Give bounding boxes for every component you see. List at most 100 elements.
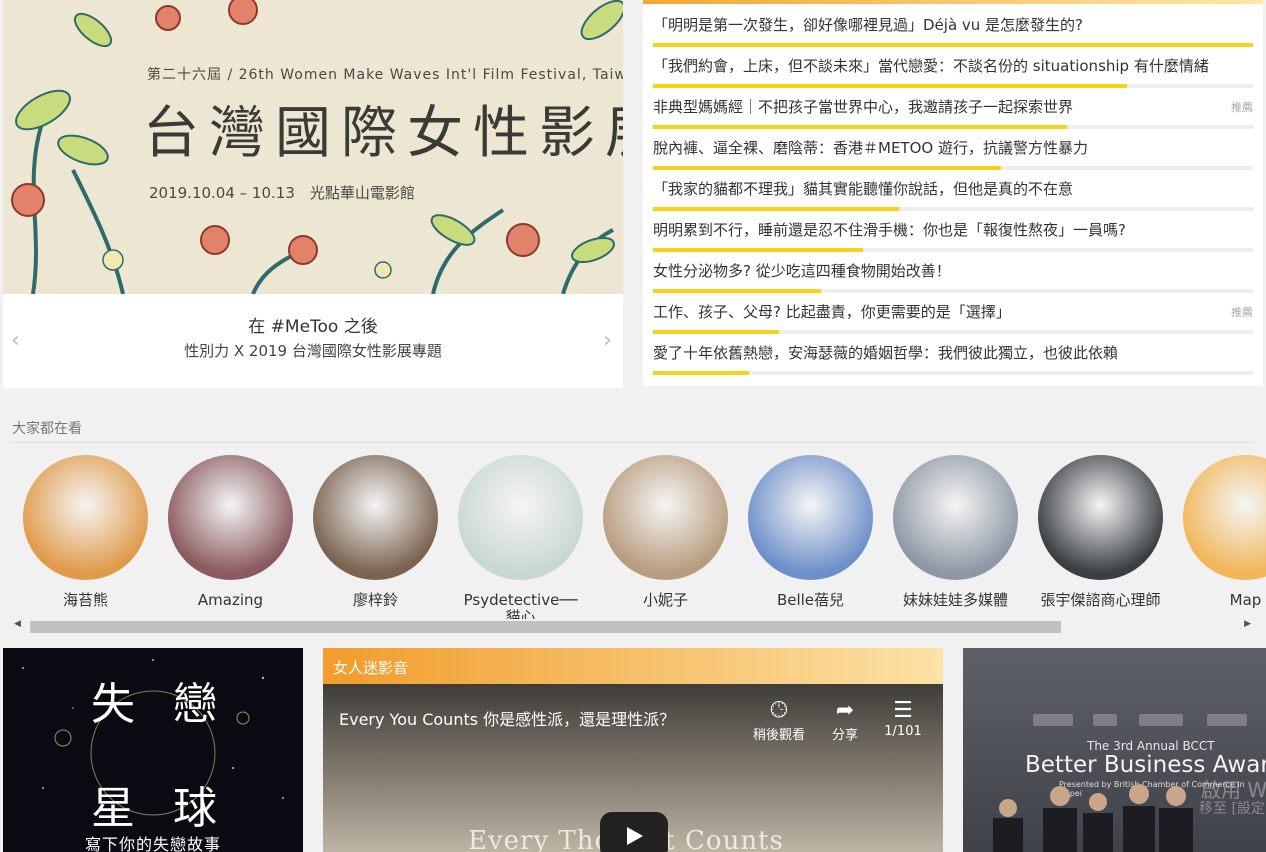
author-name[interactable]: 小妮子 — [603, 592, 728, 609]
read-progress-fill — [653, 84, 1127, 88]
list-accent-bar — [643, 0, 1263, 4]
play-icon[interactable] — [600, 812, 668, 852]
read-progress-fill — [653, 125, 1067, 129]
article-item[interactable]: 脫內褲、逼全裸、磨陰蒂：香港＃METOO 遊行，抗議警方性暴力 — [653, 133, 1253, 174]
carousel-caption-subtitle[interactable]: 性別力 X 2019 台灣國際女性影展專題 — [3, 340, 623, 361]
author-name[interactable]: 廖梓鈴 — [313, 592, 438, 609]
read-progress-fill — [653, 330, 779, 334]
heartbreak-planet-card[interactable]: 失 戀 星 球 寫下你的失戀故事 — [3, 648, 303, 852]
avatar[interactable] — [313, 455, 438, 580]
avatar[interactable] — [458, 455, 583, 580]
recommended-tag: 推薦 — [1231, 306, 1253, 319]
title-char: 失 — [91, 679, 135, 730]
carousel-caption-title[interactable]: 在 #MeToo 之後 — [3, 312, 623, 337]
read-progress-fill — [653, 289, 821, 293]
playlist-icon: ☰ — [893, 698, 913, 723]
article-item[interactable]: 「我家的貓都不理我」貓其實能聽懂你說話，但他是真的不在意 — [653, 174, 1253, 215]
author-name[interactable]: 張宇傑諮商心理師 — [1038, 592, 1163, 609]
read-progress-track — [653, 371, 1253, 375]
article-item[interactable]: 愛了十年依舊熱戀，安海瑟薇的婚姻哲學：我們彼此獨立，也彼此依賴 — [653, 338, 1253, 379]
author-name[interactable]: 海苔熊 — [23, 592, 148, 609]
read-progress-fill — [653, 43, 1253, 47]
feature-carousel[interactable]: 第二十六屆 / 26th Women Make Waves Int'l Film… — [3, 0, 623, 388]
title-char: 球 — [173, 783, 217, 834]
banner-subtitle: 第二十六屆 / 26th Women Make Waves Int'l Film… — [147, 67, 623, 83]
article-item[interactable]: 非典型媽媽經｜不把孩子當世界中心，我邀請孩子一起探索世界 推薦 — [653, 92, 1253, 133]
share-button[interactable]: ➦ 分享 — [817, 698, 873, 743]
author-avatar-item[interactable]: 張宇傑諮商心理師 — [1038, 455, 1163, 609]
read-progress-track — [653, 289, 1253, 293]
author-avatar-item[interactable]: 廖梓鈴 — [313, 455, 438, 609]
author-avatar-item[interactable]: Belle蓓兒 — [748, 455, 873, 609]
page: 第二十六屆 / 26th Women Make Waves Int'l Film… — [0, 0, 1266, 852]
article-title[interactable]: 工作、孩子、父母? 比起盡責，你更需要的是「選擇」 — [653, 301, 1223, 322]
watch-later-label: 稍後觀看 — [752, 728, 805, 743]
author-name[interactable]: Belle蓓兒 — [748, 592, 873, 609]
article-title[interactable]: 「我家的貓都不理我」貓其實能聽懂你說話，但他是真的不在意 — [653, 178, 1223, 199]
avatar[interactable] — [1183, 455, 1266, 580]
author-avatar-item[interactable]: 海苔熊 — [23, 455, 148, 609]
article-title[interactable]: 「我們約會，上床，但不談未來」當代戀愛：不談名份的 situationship … — [653, 55, 1223, 76]
scroll-left-icon[interactable]: ◀ — [14, 619, 21, 629]
read-progress-track — [653, 84, 1253, 88]
video-section-header[interactable]: 女人迷影音 — [323, 648, 943, 684]
carousel-prev-icon[interactable]: ‹ — [11, 328, 20, 353]
horizontal-scrollbar[interactable]: ◀ ▶ — [12, 619, 1255, 633]
avatar[interactable] — [168, 455, 293, 580]
author-avatar-item[interactable]: 妹妹娃娃多媒體 — [893, 455, 1018, 609]
read-progress-fill — [653, 166, 1001, 170]
article-title[interactable]: 明明累到不行，睡前還是忍不住滑手機：你也是「報復性熬夜」一員嗎? — [653, 219, 1223, 240]
awards-photo-card[interactable]: The 3rd Annual BCCT Better Business Awar… — [963, 648, 1266, 852]
title-char: 星 — [91, 783, 135, 834]
banner-title: 台灣國際女性影展 — [143, 101, 623, 166]
avatar[interactable] — [603, 455, 728, 580]
video-section-title: 女人迷影音 — [333, 659, 409, 677]
author-name[interactable]: Amazing — [168, 592, 293, 609]
article-title[interactable]: 「明明是第一次發生，卻好像哪裡見過」Déjà vu 是怎麼發生的? — [653, 14, 1223, 35]
watch-later-button[interactable]: 🕒︎ 稍後觀看 — [751, 698, 807, 743]
author-name[interactable]: Map — [1183, 592, 1266, 609]
film-festival-banner-image[interactable]: 第二十六屆 / 26th Women Make Waves Int'l Film… — [3, 0, 623, 294]
read-progress-fill — [653, 371, 749, 375]
read-progress-track — [653, 248, 1253, 252]
starfield-illustration — [22, 659, 284, 819]
article-title[interactable]: 脫內褲、逼全裸、磨陰蒂：香港＃METOO 遊行，抗議警方性暴力 — [653, 137, 1223, 158]
author-name[interactable]: 妹妹娃娃多媒體 — [893, 592, 1018, 609]
share-icon: ➦ — [835, 698, 855, 723]
read-progress-fill — [653, 207, 899, 211]
scroll-right-icon[interactable]: ▶ — [1244, 619, 1251, 629]
article-title[interactable]: 女性分泌物多? 從少吃這四種食物開始改善！ — [653, 260, 1223, 281]
article-title[interactable]: 非典型媽媽經｜不把孩子當世界中心，我邀請孩子一起探索世界 — [653, 96, 1223, 117]
playlist-counter: 1/101 — [884, 724, 922, 739]
article-item[interactable]: 女性分泌物多? 從少吃這四種食物開始改善！ — [653, 256, 1253, 297]
avatar[interactable] — [748, 455, 873, 580]
article-item[interactable]: 明明累到不行，睡前還是忍不住滑手機：你也是「報復性熬夜」一員嗎? — [653, 215, 1253, 256]
read-progress-fill — [653, 248, 863, 252]
people-group-photo — [993, 784, 1193, 852]
banner-date-venue: 2019.10.04 – 10.13 光點華山電影館 — [149, 184, 415, 202]
read-progress-track — [653, 43, 1253, 47]
avatar[interactable] — [23, 455, 148, 580]
write-story-link[interactable]: 寫下你的失戀故事 — [3, 831, 303, 852]
author-avatar-item[interactable]: Map — [1183, 455, 1266, 609]
video-card: 女人迷影音 Every You Counts 你是感性派，還是理性派？ 🕒︎ 稍… — [323, 648, 943, 852]
read-progress-track — [653, 330, 1253, 334]
author-avatar-item[interactable]: Psydetective──貓心 — [458, 455, 583, 626]
article-item[interactable]: 「我們約會，上床，但不談未來」當代戀愛：不談名份的 situationship … — [653, 51, 1253, 92]
article-item[interactable]: 「明明是第一次發生，卻好像哪裡見過」Déjà vu 是怎麼發生的? — [653, 10, 1253, 51]
read-progress-track — [653, 166, 1253, 170]
embedded-video-player[interactable]: Every You Counts 你是感性派，還是理性派？ 🕒︎ 稍後觀看 ➦ … — [323, 684, 943, 852]
avatar[interactable] — [1038, 455, 1163, 580]
carousel-next-icon[interactable]: › — [603, 328, 612, 353]
avatar[interactable] — [893, 455, 1018, 580]
clock-icon: 🕒︎ — [770, 698, 788, 723]
section-divider — [12, 442, 1252, 443]
article-item[interactable]: 工作、孩子、父母? 比起盡責，你更需要的是「選擇」 推薦 — [653, 297, 1253, 338]
scrollbar-thumb[interactable] — [30, 621, 1061, 633]
author-avatar-item[interactable]: 小妮子 — [603, 455, 728, 609]
playlist-button[interactable]: ☰ 1/101 — [875, 698, 931, 739]
read-progress-track — [653, 207, 1253, 211]
author-avatar-item[interactable]: Amazing — [168, 455, 293, 609]
article-title[interactable]: 愛了十年依舊熱戀，安海瑟薇的婚姻哲學：我們彼此獨立，也彼此依賴 — [653, 342, 1223, 363]
video-title[interactable]: Every You Counts 你是感性派，還是理性派？ — [339, 706, 675, 730]
